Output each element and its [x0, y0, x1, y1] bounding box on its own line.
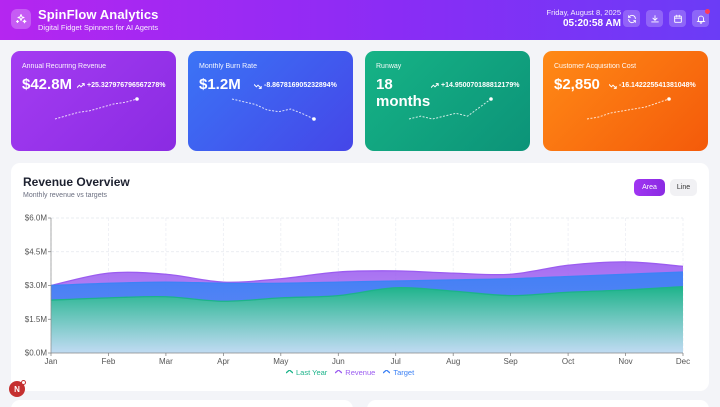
kpi-value: $42.8M	[22, 76, 73, 93]
kpi-label: Customer Acquisition Cost	[554, 63, 637, 70]
chart-legend: Last Year Revenue Target	[286, 368, 414, 377]
x-tick-label: Feb	[102, 357, 116, 366]
fab-badge	[21, 380, 26, 385]
legend-label: Revenue	[345, 368, 376, 377]
calendar-button[interactable]	[669, 10, 686, 27]
app-subtitle: Digital Fidget Spinners for AI Agents	[38, 23, 159, 32]
kpi-change-text: -16.142225541381048%	[619, 82, 696, 89]
x-tick-label: Apr	[217, 357, 230, 366]
sparkline-path	[586, 98, 670, 120]
download-icon	[650, 14, 659, 22]
kpi-card-arr[interactable]: Annual Recurring Revenue $42.8M +25.3279…	[11, 51, 176, 151]
current-date: Friday, August 8, 2025	[546, 8, 622, 17]
sparkline-end-point	[667, 97, 671, 101]
y-tick-label: $4.5M	[25, 247, 48, 256]
app-header: SpinFlow Analytics Digital Fidget Spinne…	[0, 0, 720, 40]
x-tick-label: Jul	[391, 357, 401, 366]
sparkline-path	[54, 98, 138, 120]
legend-marker	[383, 369, 391, 373]
kpi-label: Annual Recurring Revenue	[22, 63, 107, 70]
kpi-value: $1.2M	[199, 76, 241, 93]
trend-down-icon	[254, 83, 262, 89]
legend-marker	[335, 369, 343, 373]
kpi-label: Monthly Burn Rate	[199, 63, 257, 70]
legend-item-target[interactable]: Target	[383, 368, 414, 377]
kpi-card-burn-rate[interactable]: Monthly Burn Rate $1.2M -8.8678169052328…	[188, 51, 353, 151]
kpi-change: -16.142225541381048%	[609, 82, 696, 89]
kpi-card-cac[interactable]: Customer Acquisition Cost $2,850 -16.142…	[543, 51, 708, 151]
x-tick-label: Mar	[159, 357, 173, 366]
trend-up-icon	[77, 82, 85, 88]
bottom-card-left	[11, 400, 353, 407]
bottom-card-right	[367, 400, 709, 407]
kpi-change-text: -8.867816905232894%	[264, 82, 337, 89]
download-button[interactable]	[646, 10, 663, 27]
legend-item-revenue[interactable]: Revenue	[335, 368, 375, 377]
revenue-area-chart: $0.0M$1.5M$3.0M$4.5M$6.0M Jan Feb Mar Apr Ma…	[25, 214, 690, 367]
bell-icon	[696, 15, 705, 24]
kpi-change: +25.327976796567278%	[77, 82, 165, 89]
sparkline-path	[231, 98, 315, 120]
revenue-overview-panel: Revenue Overview Monthly revenue vs targ…	[11, 163, 709, 391]
sparkline	[586, 97, 671, 120]
kpi-change-text: +14.950070188812179%	[441, 82, 520, 89]
y-tick-label: $3.0M	[25, 281, 48, 290]
kpi-label: Runway	[376, 63, 402, 70]
x-tick-label: Oct	[562, 357, 575, 366]
sparkles-logo-icon	[11, 9, 31, 29]
x-tick-label: Sep	[504, 357, 519, 366]
notification-dot	[705, 9, 710, 14]
kpi-change: +14.950070188812179%	[431, 82, 519, 89]
sparkline	[408, 97, 493, 120]
refresh-icon	[627, 14, 636, 23]
kpi-change: -8.867816905232894%	[254, 82, 337, 89]
kpi-card-runway[interactable]: Runway 18 months +14.950070188812179%	[365, 51, 530, 151]
sparkline	[54, 97, 139, 120]
legend-label: Last Year	[296, 368, 328, 377]
legend-item-last-year[interactable]: Last Year	[286, 368, 327, 377]
kpi-change-text: +25.327976796567278%	[87, 82, 166, 89]
current-time: 05:20:58 AM	[563, 18, 621, 29]
sparkline-path	[408, 98, 492, 120]
x-tick-label: Nov	[618, 357, 632, 366]
trend-down-icon	[609, 83, 617, 89]
x-tick-label: Jun	[332, 357, 345, 366]
kpi-value: $2,850	[554, 76, 600, 93]
trend-up-icon	[431, 82, 439, 88]
legend-marker	[286, 369, 293, 373]
notifications-button[interactable]	[692, 9, 710, 27]
app-title: SpinFlow Analytics	[38, 7, 159, 22]
y-tick-label: $6.0M	[25, 214, 48, 223]
sparkline-end-point	[135, 97, 139, 101]
x-tick-label: Jan	[45, 357, 58, 366]
x-tick-label: Dec	[676, 357, 690, 366]
legend-label: Target	[393, 368, 415, 377]
x-tick-label: Aug	[446, 357, 460, 366]
y-tick-label: $1.5M	[25, 315, 48, 324]
x-tick-label: May	[273, 357, 288, 366]
sparkline-end-point	[489, 97, 493, 101]
sparkline-end-point	[312, 117, 316, 121]
refresh-button[interactable]	[623, 10, 640, 27]
calendar-icon	[673, 14, 682, 23]
sparkline	[231, 98, 316, 121]
